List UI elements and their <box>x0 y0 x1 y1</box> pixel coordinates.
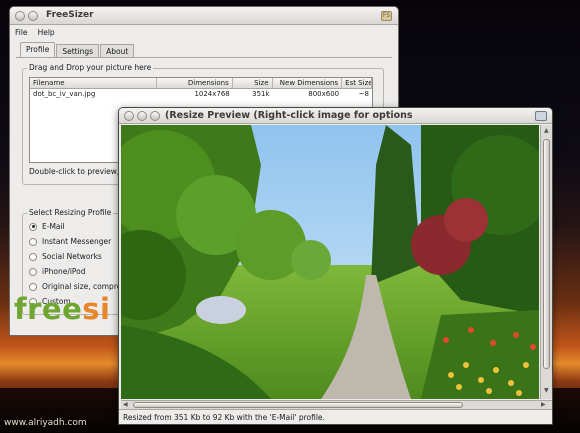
window-icon <box>535 111 547 121</box>
vertical-scrollbar[interactable]: ▲ ▼ <box>540 125 552 399</box>
column-filename[interactable]: Filename <box>30 78 158 88</box>
radio-icon[interactable] <box>29 222 37 231</box>
hint-text: Double-click to preview, ri <box>29 167 127 176</box>
profile-instant-messenger[interactable]: Instant Messenger <box>25 234 125 249</box>
maximize-button[interactable] <box>150 111 160 121</box>
cell-est-size: ~8 <box>358 90 369 98</box>
radio-icon[interactable] <box>29 267 37 276</box>
scroll-thumb[interactable] <box>543 139 550 369</box>
scroll-right-icon[interactable]: ▶ <box>541 401 546 408</box>
tab-settings[interactable]: Settings <box>56 44 100 57</box>
main-titlebar[interactable]: FreeSizer FS <box>10 7 398 25</box>
window-title: FreeSizer <box>46 10 94 20</box>
list-header: Filename Dimensions Size New Dimensions … <box>30 78 372 89</box>
minimize-button[interactable] <box>28 11 38 21</box>
scroll-left-icon[interactable]: ◀ <box>123 401 128 408</box>
profile-iphone-ipod[interactable]: iPhone/iPod <box>25 264 125 279</box>
radio-icon[interactable] <box>29 237 37 246</box>
profile-label: Original size, compres <box>42 282 126 291</box>
status-bar: Resized from 351 Kb to 92 Kb with the 'E… <box>119 409 552 424</box>
cell-filename: dot_bc_iv_van.jpg <box>33 90 96 98</box>
cell-dimensions: 1024x768 <box>194 90 230 98</box>
park-photo <box>121 125 539 399</box>
tab-about[interactable]: About <box>100 44 135 57</box>
drop-group-label: Drag and Drop your picture here <box>27 63 154 72</box>
table-row[interactable]: dot_bc_iv_van.jpg 1024x768 351k 800x600 … <box>30 89 372 100</box>
app-icon: FS <box>381 11 392 21</box>
column-new-dimensions[interactable]: New Dimensions <box>273 78 343 88</box>
profile-group-label: Select Resizing Profile <box>27 208 114 217</box>
cell-new-dimensions: 800x600 <box>308 90 340 98</box>
resize-preview-window: (Resize Preview (Right-click image for o… <box>118 107 553 425</box>
preview-titlebar[interactable]: (Resize Preview (Right-click image for o… <box>119 108 552 124</box>
radio-icon[interactable] <box>29 252 37 261</box>
menu-help[interactable]: Help <box>38 28 55 37</box>
profile-label: iPhone/iPod <box>42 267 86 276</box>
minimize-button[interactable] <box>137 111 147 121</box>
profile-label: E-Mail <box>42 222 65 231</box>
scroll-up-icon[interactable]: ▲ <box>544 127 549 134</box>
menubar: File Help <box>10 25 398 39</box>
preview-image[interactable] <box>121 125 539 399</box>
profile-label: Instant Messenger <box>42 237 112 246</box>
column-dimensions[interactable]: Dimensions <box>157 78 233 88</box>
logo-free: free <box>14 292 83 326</box>
logo-si: si <box>82 292 111 326</box>
scroll-down-icon[interactable]: ▼ <box>544 387 549 394</box>
profile-email[interactable]: E-Mail <box>25 219 125 234</box>
column-size[interactable]: Size <box>233 78 273 88</box>
radio-icon[interactable] <box>29 282 37 291</box>
horizontal-scrollbar[interactable]: ◀ ▶ <box>121 400 552 409</box>
column-est-size[interactable]: Est Size <box>342 78 372 88</box>
close-button[interactable] <box>124 111 134 121</box>
scroll-thumb[interactable] <box>133 402 463 408</box>
preview-title: (Resize Preview (Right-click image for o… <box>165 110 413 121</box>
freesizer-logo: freesi <box>14 292 110 326</box>
cell-size: 351k <box>252 90 270 98</box>
profile-social-networks[interactable]: Social Networks <box>25 249 125 264</box>
menu-file[interactable]: File <box>15 28 28 37</box>
watermark: www.alriyadh.com <box>4 418 87 428</box>
tab-profile[interactable]: Profile <box>20 42 56 57</box>
tab-strip: Profile Settings About <box>10 42 398 57</box>
close-button[interactable] <box>15 11 25 21</box>
profile-label: Social Networks <box>42 252 102 261</box>
